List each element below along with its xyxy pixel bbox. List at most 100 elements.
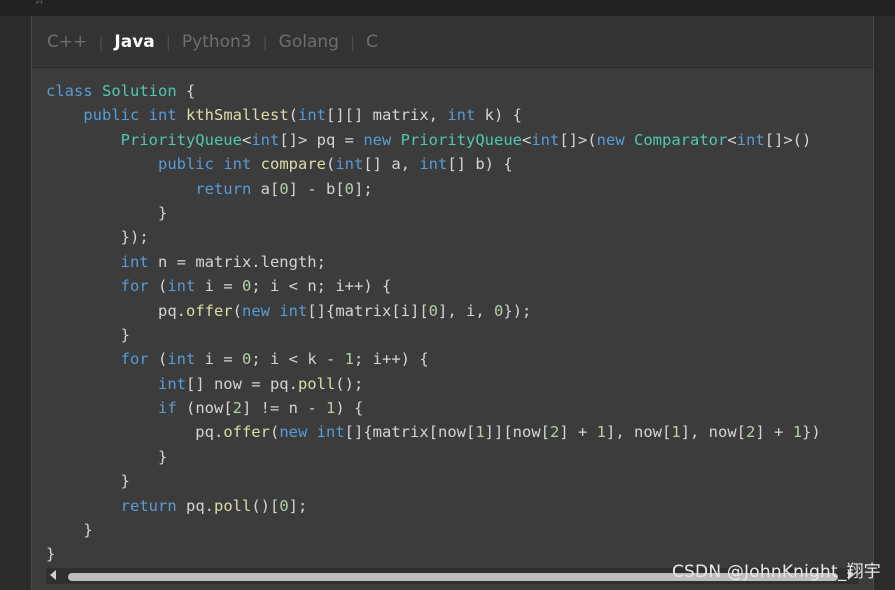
code-token: new (279, 423, 308, 442)
code-token: public (83, 106, 140, 125)
code-token: 1 (475, 423, 485, 442)
code-token: ], now[ (606, 423, 672, 442)
code-token: ( (232, 301, 242, 320)
code-token: return (120, 496, 177, 515)
code-token: ; i++) { (354, 350, 429, 369)
scroll-left-arrow-icon[interactable] (50, 570, 56, 580)
code-token: kthSmallest (186, 106, 289, 125)
code-token: int (167, 277, 196, 296)
code-token: int (419, 155, 448, 174)
code-token: < (241, 130, 252, 149)
code-token: for (120, 350, 149, 369)
code-token: compare (260, 155, 326, 174)
top-strip: ☆ (0, 0, 895, 16)
code-line: }); (46, 225, 821, 249)
code-token: a[ (251, 179, 280, 198)
code-token: [][] matrix, (326, 106, 448, 125)
code-token: ( (148, 277, 168, 296)
code-token: 0 (344, 179, 354, 198)
code-token: ]][now[ (484, 423, 550, 442)
code-token: int (167, 350, 196, 369)
code-token: ]; (288, 496, 308, 515)
code-token: } (46, 521, 93, 540)
code-token: ( (326, 155, 336, 174)
code-token: 1 (596, 423, 607, 442)
code-token: public (157, 155, 214, 174)
code-token: } (46, 203, 168, 222)
code-token: offer (185, 301, 233, 320)
code-line: } (46, 445, 821, 469)
code-token: int (120, 252, 149, 271)
code-token: new (363, 130, 392, 149)
code-token: 2 (746, 423, 756, 442)
code-token: ; i < k - (251, 350, 345, 369)
code-token: 0 (428, 301, 439, 320)
code-line: for (int i = 0; i < n; i++) { (46, 274, 821, 298)
code-panel: C++ | Java | Python3 | Golang | C class Solution… (31, 16, 874, 590)
tab-golang[interactable]: Golang (279, 32, 339, 52)
code-token: 1 (671, 423, 681, 442)
code-line: for (int i = 0; i < k - 1; i++) { (46, 347, 821, 371)
code-token: 0 (242, 350, 252, 369)
code-token: } (46, 325, 130, 344)
code-line: return pq.poll()[0]; (46, 494, 821, 518)
tab-python3[interactable]: Python3 (182, 32, 252, 52)
code-token: poll (213, 496, 252, 515)
code-token: int (279, 301, 308, 320)
code-token: pq. (46, 301, 186, 320)
tab-separator: | (165, 32, 171, 51)
code-token: } (46, 447, 168, 466)
code-token: 0 (494, 301, 504, 320)
code-token: ()[ (251, 496, 280, 515)
tab-separator: | (349, 32, 355, 51)
code-line: int n = matrix.length; (46, 250, 821, 274)
code-token: new (596, 130, 625, 149)
code-line: } (46, 518, 821, 542)
code-token: ]; (354, 179, 373, 198)
code-token: int (447, 106, 476, 125)
tab-c[interactable]: C (366, 32, 378, 52)
code-line: PriorityQueue<int[]> pq = new PriorityQu… (46, 128, 821, 152)
code-token: offer (223, 423, 270, 442)
csdn-watermark: CSDN @JohnKnight_翔宇 (671, 562, 881, 582)
code-line: pq.offer(new int[]{matrix[now[1]][now[2]… (46, 420, 821, 444)
code-token: Comparator (634, 130, 728, 149)
code-token: ] + (559, 423, 597, 442)
code-line: pq.offer(new int[]{matrix[i][0], i, 0}); (46, 299, 821, 323)
code-token: PriorityQueue (120, 130, 242, 149)
code-token: } (46, 545, 56, 564)
code-token: []>( (559, 130, 597, 149)
code-token: int (157, 374, 186, 393)
code-token: PriorityQueue (400, 130, 522, 149)
code-token: i = (195, 277, 242, 296)
code-token: [] a, (363, 155, 420, 174)
code-line: public int compare(int[] a, int[] b) { (46, 152, 821, 176)
code-token: (); (335, 374, 364, 393)
tab-cpp[interactable]: C++ (47, 32, 87, 52)
code-token: class (46, 82, 93, 100)
code-token: (now[ (176, 399, 233, 418)
tab-java[interactable]: Java (114, 32, 154, 52)
code-token: ] - b[ (288, 179, 345, 198)
code-token: []{matrix[i][ (307, 301, 429, 320)
code-token: return (195, 179, 252, 198)
code-token: int (251, 130, 280, 149)
tab-separator: | (262, 32, 268, 51)
code-token: []>() (764, 130, 812, 149)
code-token: 0 (242, 277, 252, 296)
code-token: ( (148, 350, 168, 369)
code-token: }) (802, 423, 821, 442)
code-token: int (335, 155, 364, 174)
code-token: < (522, 130, 532, 149)
code-token: int (316, 423, 345, 442)
star-icon[interactable]: ☆ (33, 0, 46, 8)
